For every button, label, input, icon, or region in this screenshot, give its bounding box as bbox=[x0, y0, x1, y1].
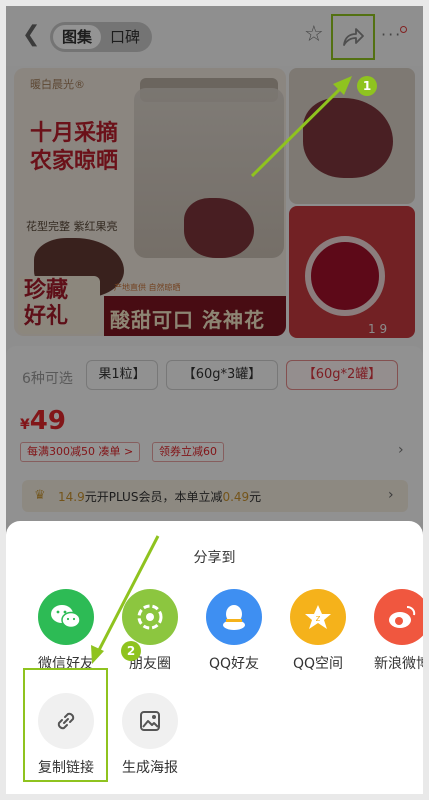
weibo-glyph bbox=[389, 606, 416, 628]
poster-glyph bbox=[140, 711, 160, 731]
copy-link-highlight bbox=[23, 668, 108, 782]
step-badge-1: 1 bbox=[357, 76, 377, 96]
share-label: 新浪微博 bbox=[374, 656, 423, 672]
share-weibo[interactable]: 新浪微博 bbox=[360, 589, 423, 673]
share-label: QQ空间 bbox=[292, 656, 344, 672]
share-label: 朋友圈 bbox=[129, 656, 171, 672]
wechat-glyph bbox=[51, 605, 81, 629]
moments-glyph bbox=[137, 604, 163, 630]
share-moments[interactable]: 朋友圈 bbox=[108, 589, 192, 673]
poster-icon bbox=[122, 693, 178, 749]
generate-poster-button[interactable]: 生成海报 bbox=[108, 693, 192, 777]
share-sheet-title: 分享到 bbox=[193, 550, 236, 566]
share-wechat-friend[interactable]: 微信好友 bbox=[24, 589, 108, 673]
share-qzone[interactable]: z QQ空间 bbox=[276, 589, 360, 673]
qzone-glyph: z bbox=[305, 605, 331, 629]
qq-glyph bbox=[223, 605, 245, 630]
qzone-icon: z bbox=[290, 589, 346, 645]
svg-text:z: z bbox=[316, 614, 321, 624]
qq-icon bbox=[206, 589, 262, 645]
wechat-icon bbox=[38, 589, 94, 645]
share-label: QQ好友 bbox=[208, 656, 260, 672]
share-qq-friend[interactable]: QQ好友 bbox=[192, 589, 276, 673]
step-badge-2: 2 bbox=[121, 641, 141, 661]
weibo-icon bbox=[374, 589, 423, 645]
moments-icon bbox=[122, 589, 178, 645]
share-label: 生成海报 bbox=[122, 760, 178, 776]
